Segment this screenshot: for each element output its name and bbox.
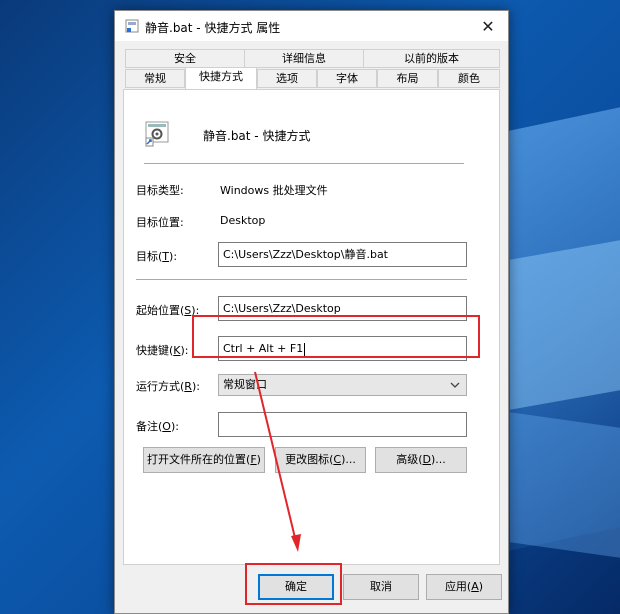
tab-colors[interactable]: 颜色 xyxy=(438,69,500,88)
apply-button[interactable]: 应用(A) xyxy=(426,574,502,600)
change-icon-button[interactable]: 更改图标(C)... xyxy=(275,447,366,473)
run-label: 运行方式(R): xyxy=(136,380,200,393)
chevron-down-icon xyxy=(450,382,460,388)
advanced-button[interactable]: 高级(D)... xyxy=(375,447,467,473)
separator xyxy=(144,163,464,164)
tab-details[interactable]: 详细信息 xyxy=(244,49,364,68)
desktop-light-panel xyxy=(510,240,620,410)
hotkey-highlight-box xyxy=(192,315,480,358)
run-mode-select[interactable]: 常规窗口 xyxy=(218,374,467,396)
properties-dialog: 静音.bat - 快捷方式 属性 ✕ 安全 详细信息 以前的版本 常规 快捷方式… xyxy=(114,10,509,614)
cancel-button[interactable]: 取消 xyxy=(343,574,419,600)
tab-font[interactable]: 字体 xyxy=(317,69,377,88)
window-title: 静音.bat - 快捷方式 属性 xyxy=(145,21,281,35)
ok-highlight-box xyxy=(245,563,342,605)
tab-previous-versions[interactable]: 以前的版本 xyxy=(363,49,500,68)
target-location-value: Desktop xyxy=(220,214,266,227)
shortcut-name: 静音.bat - 快捷方式 xyxy=(203,129,311,143)
separator xyxy=(136,279,467,280)
shortcut-gear-icon xyxy=(145,121,169,147)
comment-label: 备注(O): xyxy=(136,420,179,433)
target-location-label: 目标位置: xyxy=(136,216,184,229)
target-input[interactable]: C:\Users\Zzz\Desktop\静音.bat xyxy=(218,242,467,267)
tab-security[interactable]: 安全 xyxy=(125,49,245,68)
close-icon: ✕ xyxy=(481,16,495,36)
title-bar[interactable]: 静音.bat - 快捷方式 属性 ✕ xyxy=(115,11,508,41)
shortcut-file-icon xyxy=(125,19,139,33)
close-button[interactable]: ✕ xyxy=(468,11,508,41)
tab-shortcut[interactable]: 快捷方式 xyxy=(185,67,257,89)
target-type-value: Windows 批处理文件 xyxy=(220,184,328,197)
hotkey-label: 快捷键(K): xyxy=(136,344,189,357)
desktop-light-panel-lower xyxy=(510,412,620,558)
tab-general[interactable]: 常规 xyxy=(125,69,185,88)
tab-options[interactable]: 选项 xyxy=(257,69,317,88)
comment-input[interactable] xyxy=(218,412,467,437)
target-type-label: 目标类型: xyxy=(136,184,184,197)
tab-layout[interactable]: 布局 xyxy=(377,69,438,88)
open-file-location-button[interactable]: 打开文件所在的位置(F) xyxy=(143,447,265,473)
start-in-label: 起始位置(S): xyxy=(136,304,200,317)
target-label: 目标(T): xyxy=(136,250,178,263)
